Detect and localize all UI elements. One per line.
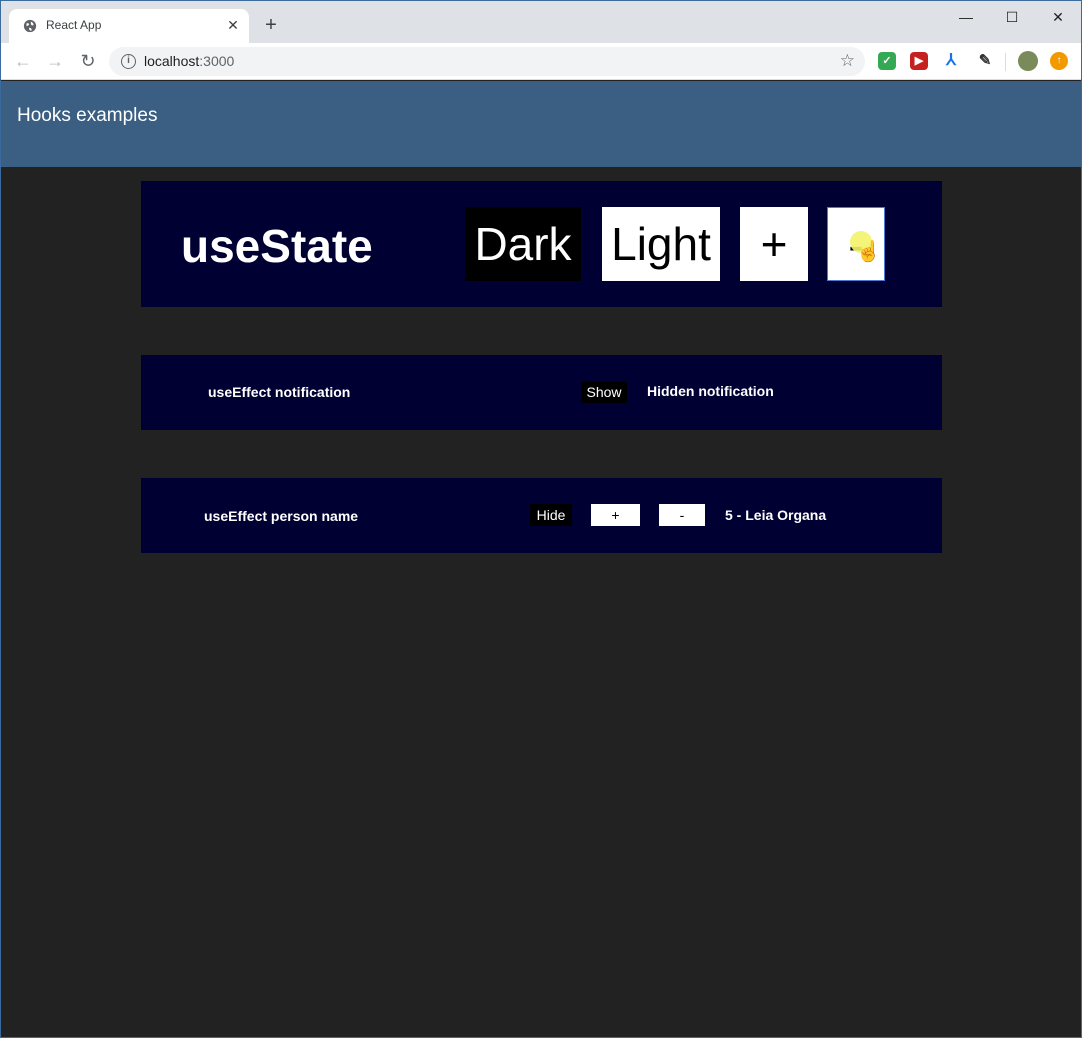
close-tab-icon[interactable]: ✕ xyxy=(225,17,241,33)
profile-avatar[interactable] xyxy=(1018,51,1038,71)
page-title: Hooks examples xyxy=(17,105,158,126)
hide-button[interactable]: Hide xyxy=(530,504,572,526)
tab-strip: React App ✕ + — ☐ ✕ xyxy=(1,1,1081,43)
notification-status: Hidden notification xyxy=(647,383,774,399)
globe-icon xyxy=(23,19,37,33)
light-button[interactable]: Light xyxy=(602,207,720,281)
url-port: :3000 xyxy=(199,53,235,69)
eyedropper-extension-icon[interactable]: ✎ xyxy=(976,52,994,70)
usestate-title: useState xyxy=(181,220,373,272)
forward-button[interactable]: → xyxy=(43,49,67,73)
reload-button[interactable]: ↻ xyxy=(76,49,100,73)
url-text[interactable]: localhost:3000 xyxy=(144,53,234,69)
effect-notification-label: useEffect notification xyxy=(208,384,351,400)
show-button[interactable]: Show xyxy=(581,382,627,403)
usestate-panel: useState Dark Light + - ☝ xyxy=(141,181,942,307)
acrobat-extension-icon[interactable]: ⅄ xyxy=(942,52,960,70)
person-name-result: 5 - Leia Organa xyxy=(725,507,827,523)
effect-person-panel: useEffect person name Hide + - 5 - Leia … xyxy=(141,478,942,553)
url-host: localhost xyxy=(144,53,200,69)
star-icon[interactable]: ☆ xyxy=(840,51,855,71)
info-icon[interactable]: i xyxy=(121,54,136,69)
browser-window: React App ✕ + — ☐ ✕ ← → ↻ i localhost:30… xyxy=(0,0,1082,1038)
new-tab-button[interactable]: + xyxy=(261,15,281,35)
effect-notification-panel: useEffect notification Show Hidden notif… xyxy=(141,355,942,430)
tab-title: React App xyxy=(46,18,102,32)
minimize-button[interactable]: — xyxy=(943,3,989,31)
effect-person-label: useEffect person name xyxy=(204,508,359,524)
back-button[interactable]: ← xyxy=(11,49,35,73)
address-bar[interactable]: i localhost:3000 ☆ xyxy=(109,47,865,76)
close-window-button[interactable]: ✕ xyxy=(1035,3,1081,31)
browser-toolbar: ← → ↻ i localhost:3000 ☆ ✓ ▶ ⅄ ✎ ↑ xyxy=(1,43,1081,80)
maximize-button[interactable]: ☐ xyxy=(989,3,1035,31)
app-header: Hooks examples xyxy=(1,81,1081,167)
update-icon[interactable]: ↑ xyxy=(1050,52,1068,70)
dark-button[interactable]: Dark xyxy=(465,207,581,281)
hand-cursor-icon: ☝ xyxy=(856,241,881,263)
previous-person-button[interactable]: - xyxy=(659,504,705,526)
tab-react-app[interactable]: React App ✕ xyxy=(9,9,249,43)
pdf-extension-icon[interactable]: ▶ xyxy=(910,52,928,70)
shield-extension-icon[interactable]: ✓ xyxy=(878,52,896,70)
increment-button[interactable]: + xyxy=(740,207,808,281)
next-person-button[interactable]: + xyxy=(591,504,640,526)
toolbar-separator xyxy=(1005,53,1006,71)
